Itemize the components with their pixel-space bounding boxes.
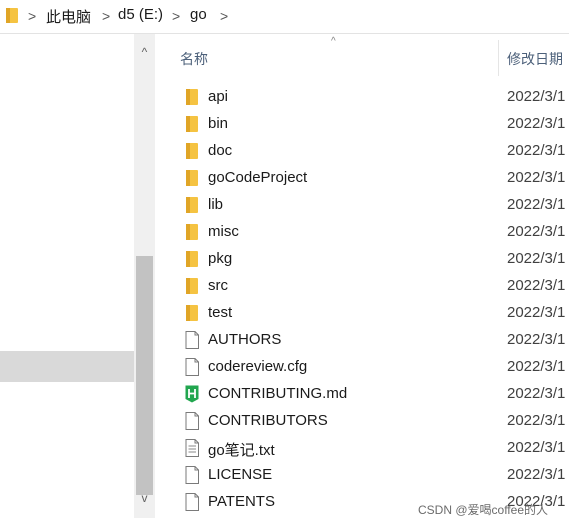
file-row[interactable]: doc 2022/3/1: [160, 137, 569, 164]
file-modified-date: 2022/3/1: [507, 223, 566, 240]
file-name[interactable]: PATENTS: [208, 493, 275, 510]
watermark: CSDN @爱喝coffee的人: [418, 503, 548, 517]
chevron-right-icon: >: [220, 8, 229, 24]
file-row[interactable]: lib 2022/3/1: [160, 191, 569, 218]
folder-icon: [184, 196, 200, 214]
file-modified-date: 2022/3/1: [507, 358, 566, 375]
file-row[interactable]: misc 2022/3/1: [160, 218, 569, 245]
file-name[interactable]: CONTRIBUTING.md: [208, 385, 347, 402]
text-file-icon: [184, 439, 200, 457]
file-modified-date: 2022/3/1: [507, 196, 566, 213]
file-icon: [184, 358, 200, 376]
folder-icon: [184, 223, 200, 241]
file-name[interactable]: codereview.cfg: [208, 358, 307, 375]
navigation-pane: [0, 34, 134, 524]
file-modified-date: 2022/3/1: [507, 169, 566, 186]
nav-selected-item[interactable]: [0, 351, 134, 382]
file-icon: [184, 493, 200, 511]
file-modified-date: 2022/3/1: [507, 142, 566, 159]
file-modified-date: 2022/3/1: [507, 466, 566, 483]
file-row[interactable]: bin 2022/3/1: [160, 110, 569, 137]
file-icon: [184, 331, 200, 349]
file-modified-date: 2022/3/1: [507, 277, 566, 294]
folder-icon: [184, 88, 200, 106]
file-name[interactable]: api: [208, 88, 228, 105]
file-icon: [184, 466, 200, 484]
nav-scrollbar[interactable]: ^ v: [134, 34, 155, 518]
file-modified-date: 2022/3/1: [507, 115, 566, 132]
chevron-right-icon: >: [102, 8, 111, 24]
file-row[interactable]: test 2022/3/1: [160, 299, 569, 326]
markdown-file-icon: [184, 385, 200, 403]
folder-icon: [184, 142, 200, 160]
file-name[interactable]: CONTRIBUTORS: [208, 412, 328, 429]
file-row[interactable]: api 2022/3/1: [160, 83, 569, 110]
scrollbar-thumb[interactable]: [136, 256, 153, 495]
file-row[interactable]: CONTRIBUTORS 2022/3/1: [160, 407, 569, 434]
column-header-name[interactable]: 名称: [180, 49, 208, 69]
file-row[interactable]: LICENSE 2022/3/1: [160, 461, 569, 488]
file-modified-date: 2022/3/1: [507, 88, 566, 105]
address-bar[interactable]: > 此电脑 > d5 (E:) > go >: [0, 0, 569, 34]
file-row[interactable]: goCodeProject 2022/3/1: [160, 164, 569, 191]
file-name[interactable]: misc: [208, 223, 239, 240]
sort-ascending-icon: ^: [331, 36, 336, 47]
file-modified-date: 2022/3/1: [507, 304, 566, 321]
file-row[interactable]: go笔记.txt 2022/3/1: [160, 434, 569, 461]
file-name[interactable]: goCodeProject: [208, 169, 307, 186]
file-name[interactable]: go笔记.txt: [208, 439, 275, 460]
chevron-down-icon[interactable]: v: [134, 488, 155, 508]
file-name[interactable]: AUTHORS: [208, 331, 281, 348]
file-modified-date: 2022/3/1: [507, 250, 566, 267]
file-row[interactable]: codereview.cfg 2022/3/1: [160, 353, 569, 380]
file-modified-date: 2022/3/1: [507, 412, 566, 429]
file-modified-date: 2022/3/1: [507, 385, 566, 402]
file-row[interactable]: src 2022/3/1: [160, 272, 569, 299]
chevron-up-icon[interactable]: ^: [134, 42, 155, 62]
file-name[interactable]: src: [208, 277, 228, 294]
file-name[interactable]: test: [208, 304, 232, 321]
folder-icon: [184, 304, 200, 322]
file-modified-date: 2022/3/1: [507, 439, 566, 456]
breadcrumb-item-this-pc[interactable]: 此电脑: [46, 6, 91, 27]
file-name[interactable]: LICENSE: [208, 466, 272, 483]
chevron-right-icon: >: [172, 8, 181, 24]
chevron-right-icon: >: [28, 8, 37, 24]
folder-icon: [6, 8, 18, 23]
file-name[interactable]: bin: [208, 115, 228, 132]
folder-icon: [184, 115, 200, 133]
column-header-date[interactable]: 修改日期: [507, 49, 563, 69]
file-row[interactable]: pkg 2022/3/1: [160, 245, 569, 272]
folder-icon: [184, 169, 200, 187]
file-name[interactable]: doc: [208, 142, 232, 159]
file-name[interactable]: lib: [208, 196, 223, 213]
file-row[interactable]: CONTRIBUTING.md 2022/3/1: [160, 380, 569, 407]
column-divider[interactable]: [498, 40, 499, 76]
file-name[interactable]: pkg: [208, 250, 232, 267]
file-row[interactable]: AUTHORS 2022/3/1: [160, 326, 569, 353]
folder-icon: [184, 250, 200, 268]
breadcrumb-item-d5-drive[interactable]: d5 (E:): [118, 6, 163, 23]
file-modified-date: 2022/3/1: [507, 331, 566, 348]
folder-icon: [184, 277, 200, 295]
file-icon: [184, 412, 200, 430]
breadcrumb-item-go[interactable]: go: [190, 6, 207, 23]
